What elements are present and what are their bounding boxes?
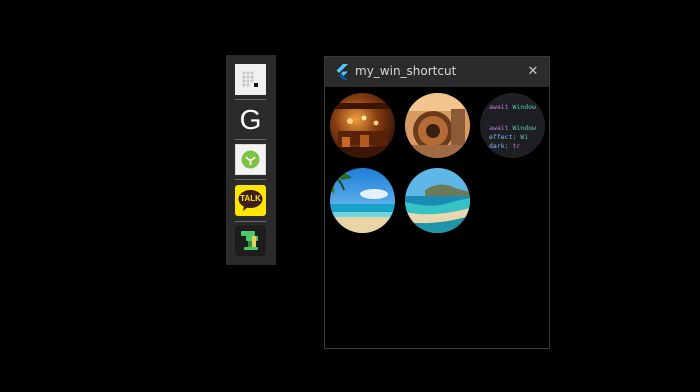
kakaotalk-label: TALK — [240, 194, 261, 203]
shortcut-bar: G TALK — [226, 55, 276, 265]
thumbnail-coastline[interactable] — [405, 168, 470, 233]
close-icon: ✕ — [527, 64, 539, 79]
thumbnail-restaurant[interactable] — [330, 93, 395, 158]
coastline-image — [405, 168, 470, 233]
thumbnail-code[interactable]: await Window await Window effect: Wi dar… — [480, 93, 545, 158]
divider — [235, 139, 266, 140]
divider — [235, 179, 266, 180]
g-app-button[interactable]: G — [235, 104, 266, 135]
green-circle-icon — [241, 150, 260, 169]
dots-app-button[interactable] — [235, 64, 266, 95]
thumbnail-machinery[interactable] — [405, 93, 470, 158]
title-bar[interactable]: my_win_shortcut ✕ — [325, 57, 549, 87]
green-tool-app-button[interactable] — [235, 225, 266, 256]
dots-grid-icon — [242, 71, 258, 87]
divider — [235, 221, 266, 222]
window-title: my_win_shortcut — [355, 64, 457, 78]
thumbnail-beach-palm[interactable] — [330, 168, 395, 233]
machinery-image — [405, 93, 470, 158]
flutter-icon — [336, 64, 348, 80]
divider — [235, 99, 266, 100]
green-tool-icon — [241, 231, 258, 250]
app-window: my_win_shortcut ✕ await Window await Win… — [324, 56, 550, 349]
code-image: await Window await Window effect: Wi dar… — [480, 93, 545, 158]
beach-palm-image — [330, 168, 395, 233]
green-app-button[interactable] — [235, 144, 266, 175]
close-button[interactable]: ✕ — [523, 62, 543, 82]
letter-g-icon: G — [239, 104, 262, 135]
restaurant-image — [330, 93, 395, 158]
kakaotalk-button[interactable]: TALK — [235, 185, 266, 216]
